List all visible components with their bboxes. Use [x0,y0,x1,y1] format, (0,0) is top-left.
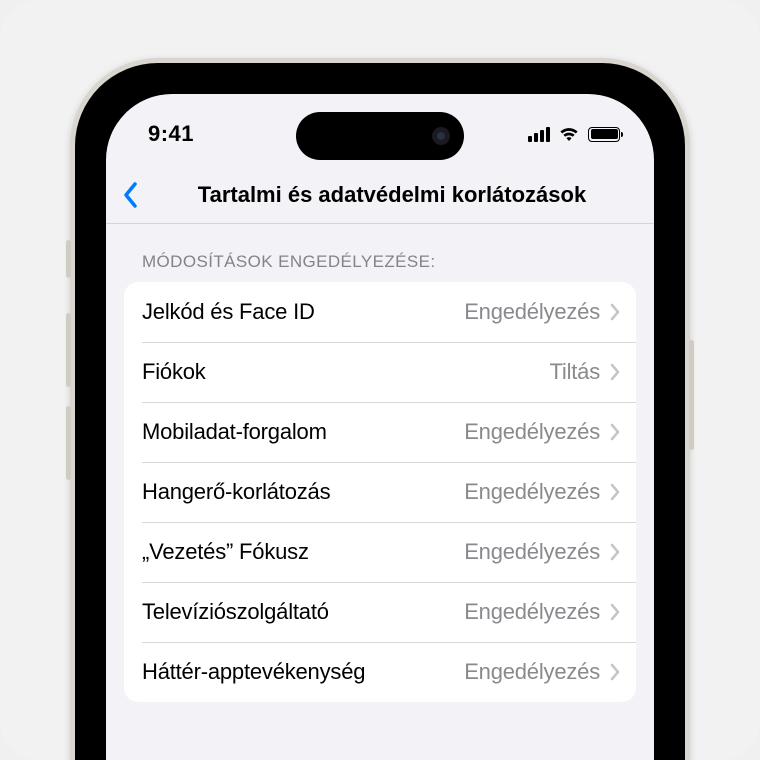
wifi-icon [558,126,580,142]
page-title: Tartalmi és adatvédelmi korlátozások [148,182,636,208]
status-icons [528,126,620,142]
row-label: Televíziószolgáltató [142,599,464,625]
chevron-right-icon [610,423,620,441]
row-tv-provider[interactable]: Televíziószolgáltató Engedélyezés [124,582,636,642]
cellular-signal-icon [528,127,550,142]
chevron-right-icon [610,303,620,321]
chevron-right-icon [610,483,620,501]
phone-bezel: 9:41 [84,72,676,760]
back-button[interactable] [116,175,146,215]
status-time: 9:41 [148,121,194,147]
row-label: Fiókok [142,359,549,385]
row-volume-limit[interactable]: Hangerő-korlátozás Engedélyezés [124,462,636,522]
settings-list: Jelkód és Face ID Engedélyezés Fiókok Ti… [124,282,636,702]
row-value: Engedélyezés [464,539,600,565]
row-value: Engedélyezés [464,599,600,625]
row-value: Engedélyezés [464,479,600,505]
row-value: Engedélyezés [464,659,600,685]
volume-up-button [66,313,71,387]
content-scroll[interactable]: MÓDOSÍTÁSOK ENGEDÉLYEZÉSE: Jelkód és Fac… [106,224,654,702]
chevron-right-icon [610,363,620,381]
chevron-right-icon [610,603,620,621]
chevron-left-icon [123,182,139,208]
row-label: Jelkód és Face ID [142,299,464,325]
chevron-right-icon [610,543,620,561]
nav-header: Tartalmi és adatvédelmi korlátozások [106,166,654,224]
power-button [689,340,694,450]
row-driving-focus[interactable]: „Vezetés” Fókusz Engedélyezés [124,522,636,582]
battery-icon [588,127,620,142]
row-background-app-activity[interactable]: Háttér-apptevékenység Engedélyezés [124,642,636,702]
row-value: Engedélyezés [464,419,600,445]
section-header: MÓDOSÍTÁSOK ENGEDÉLYEZÉSE: [124,224,636,282]
row-passcode-faceid[interactable]: Jelkód és Face ID Engedélyezés [124,282,636,342]
row-label: „Vezetés” Fókusz [142,539,464,565]
row-accounts[interactable]: Fiókok Tiltás [124,342,636,402]
row-label: Hangerő-korlátozás [142,479,464,505]
row-label: Mobiladat-forgalom [142,419,464,445]
stage: 9:41 [0,0,760,760]
chevron-right-icon [610,663,620,681]
status-bar: 9:41 [106,94,654,166]
row-label: Háttér-apptevékenység [142,659,464,685]
screen: 9:41 [106,94,654,760]
phone-frame: 9:41 [70,58,690,760]
row-cellular-data[interactable]: Mobiladat-forgalom Engedélyezés [124,402,636,462]
silence-switch [66,240,71,278]
volume-down-button [66,406,71,480]
row-value: Engedélyezés [464,299,600,325]
row-value: Tiltás [549,359,600,385]
